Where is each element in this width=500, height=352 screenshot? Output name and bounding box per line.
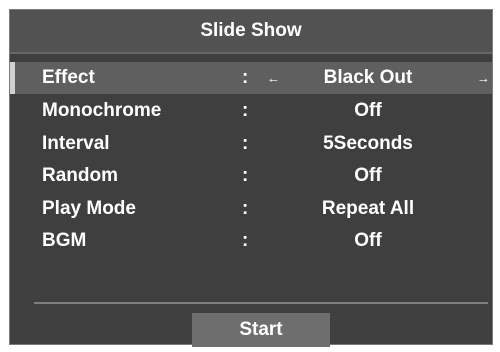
setting-label-random: Random: [42, 165, 118, 186]
setting-row-random[interactable]: Random : Off: [10, 160, 492, 192]
setting-value-interval: 5Seconds: [323, 133, 413, 154]
setting-value-effect: Black Out: [323, 67, 413, 88]
setting-value-random: Off: [354, 165, 382, 186]
setting-label-effect: Effect: [42, 67, 95, 88]
setting-value-play-mode: Repeat All: [321, 198, 415, 219]
setting-separator: :: [242, 100, 249, 121]
divider: [34, 302, 488, 304]
setting-separator: :: [242, 230, 249, 251]
setting-row-effect[interactable]: Effect : ← Black Out →: [10, 62, 492, 94]
setting-separator: :: [242, 133, 249, 154]
setting-row-interval[interactable]: Interval : 5Seconds: [10, 128, 492, 160]
setting-separator: :: [242, 198, 249, 219]
menu-title-text: Slide Show: [200, 20, 302, 41]
slideshow-menu: Slide Show Effect : ← Black Out → Monoch…: [9, 9, 493, 347]
setting-value-bgm: Off: [354, 230, 382, 251]
menu-title: Slide Show: [10, 10, 492, 54]
start-button-label: Start: [239, 319, 283, 340]
setting-value-monochrome: Off: [354, 100, 382, 121]
setting-row-play-mode[interactable]: Play Mode : Repeat All: [10, 193, 492, 225]
start-button[interactable]: Start: [192, 313, 330, 347]
setting-separator: :: [242, 165, 249, 186]
setting-separator: :: [242, 67, 249, 88]
setting-row-monochrome[interactable]: Monochrome : Off: [10, 95, 492, 127]
setting-label-interval: Interval: [42, 133, 110, 154]
arrow-right-icon[interactable]: →: [477, 71, 490, 86]
setting-label-bgm: BGM: [42, 230, 87, 251]
setting-label-play-mode: Play Mode: [42, 198, 136, 219]
setting-label-monochrome: Monochrome: [42, 100, 162, 121]
setting-row-bgm[interactable]: BGM : Off: [10, 225, 492, 257]
